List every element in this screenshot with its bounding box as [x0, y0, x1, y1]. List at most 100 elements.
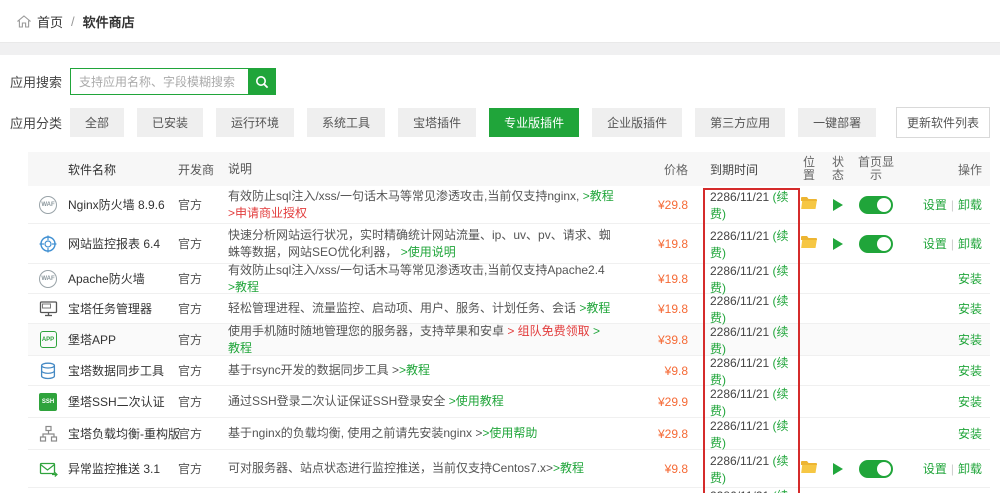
category-tab-2[interactable]: 运行环境: [216, 108, 294, 137]
price: ¥9.8: [665, 364, 688, 378]
category-tab-3[interactable]: 系统工具: [307, 108, 385, 137]
load-balance-icon: [38, 424, 58, 444]
folder-icon[interactable]: [800, 196, 818, 213]
home-show-toggle[interactable]: [859, 196, 893, 214]
description: 可对服务器、站点状态进行监控推送，当前仅支持Centos7.x>>教程: [228, 460, 620, 477]
status-running-icon[interactable]: [833, 463, 843, 475]
install-link[interactable]: 安装: [958, 333, 982, 347]
table-row: WAFApache防火墙官方有效防止sql注入/xss/一句话木马等常见渗透攻击…: [28, 264, 990, 294]
update-software-list-button[interactable]: 更新软件列表: [896, 107, 990, 138]
install-link[interactable]: 安装: [958, 427, 982, 441]
description: 基于rsync开发的数据同步工具 >>教程: [228, 362, 620, 379]
description: 基于nginx的负载均衡, 使用之前请先安装nginx >>使用帮助: [228, 425, 620, 442]
category-tab-0[interactable]: 全部: [70, 108, 124, 137]
tutorial-link[interactable]: >使用教程: [449, 394, 504, 408]
category-tab-4[interactable]: 宝塔插件: [398, 108, 476, 137]
tutorial-link[interactable]: >教程: [583, 189, 614, 203]
software-name[interactable]: Apache防火墙: [68, 270, 164, 287]
software-name[interactable]: 宝塔负载均衡-重构版: [68, 425, 164, 442]
expire-date: 2286/11/21 (续费): [688, 323, 794, 357]
software-name[interactable]: 宝塔任务管理器: [68, 300, 164, 317]
folder-icon[interactable]: [800, 460, 818, 477]
header-position: 位置: [794, 156, 824, 182]
home-icon[interactable]: [17, 15, 31, 28]
home-show-toggle[interactable]: [859, 235, 893, 253]
category-tab-5[interactable]: 专业版插件: [489, 108, 579, 137]
install-link[interactable]: 安装: [958, 364, 982, 378]
install-link[interactable]: 安装: [958, 302, 982, 316]
uninstall-link[interactable]: 卸载: [958, 198, 982, 212]
tutorial-link[interactable]: >教程: [553, 461, 584, 475]
header-expire-time: 到期时间: [688, 161, 794, 178]
developer: 官方: [164, 460, 228, 477]
category-tab-1[interactable]: 已安装: [137, 108, 203, 137]
settings-link[interactable]: 设置: [923, 462, 947, 476]
description: 通过SSH登录二次认证保证SSH登录安全 >使用教程: [228, 393, 620, 410]
divider-band: [0, 42, 1000, 55]
header-price: 价格: [620, 161, 688, 178]
task-manager-icon: [38, 299, 58, 319]
table-row: 网站监控报表 6.4官方快速分析网站运行状况，实时精确统计网站流量、ip、uv、…: [28, 224, 990, 264]
search-input[interactable]: [70, 68, 248, 95]
mail-push-icon: [38, 459, 58, 479]
price: ¥19.8: [658, 237, 688, 251]
breadcrumb: 首页 / 软件商店: [0, 0, 1000, 42]
search-row: 应用搜索: [10, 68, 1000, 95]
software-name[interactable]: 异常监控推送 3.1: [68, 460, 164, 477]
install-link[interactable]: 安装: [958, 395, 982, 409]
tutorial-link[interactable]: >使用帮助: [482, 426, 537, 440]
action-cell: 安装: [900, 270, 990, 287]
install-link[interactable]: 安装: [958, 272, 982, 286]
folder-icon[interactable]: [800, 235, 818, 252]
table-header: 软件名称 开发商 说明 价格 到期时间 位置 状态 首页显示 操作: [28, 152, 990, 186]
price: ¥29.8: [658, 427, 688, 441]
action-cell: 安装: [900, 425, 990, 442]
tutorial-link[interactable]: >教程: [579, 301, 610, 315]
action-cell: 设置|卸载: [900, 235, 990, 252]
price: ¥19.8: [658, 272, 688, 286]
tutorial-link[interactable]: >教程: [399, 363, 430, 377]
category-tab-8[interactable]: 一键部署: [798, 108, 876, 137]
action-cell: 安装: [900, 300, 990, 317]
software-name[interactable]: 网站监控报表 6.4: [68, 235, 164, 252]
developer: 官方: [164, 300, 228, 317]
app-icon: APP: [38, 330, 58, 350]
software-name[interactable]: 堡塔SSH二次认证: [68, 393, 164, 410]
category-label: 应用分类: [10, 113, 70, 132]
software-name[interactable]: Nginx防火墙 8.9.6: [68, 196, 164, 213]
uninstall-link[interactable]: 卸载: [958, 462, 982, 476]
software-name[interactable]: 宝塔数据同步工具: [68, 362, 164, 379]
header-software-name: 软件名称: [68, 161, 164, 178]
developer: 官方: [164, 393, 228, 410]
table-row: MySQL主从复制(重构版)官方使用GTID方式轻松实现MySQL主从复制(仅支…: [28, 488, 990, 493]
category-tab-7[interactable]: 第三方应用: [695, 108, 785, 137]
promo-link[interactable]: > 组队免费领取: [507, 324, 589, 338]
expire-date: 2286/11/21 (续费): [688, 227, 794, 261]
developer: 官方: [164, 425, 228, 442]
status-running-icon[interactable]: [833, 199, 843, 211]
expire-date: 2286/11/21 (续费): [688, 417, 794, 451]
table-row: 宝塔负载均衡-重构版官方基于nginx的负载均衡, 使用之前请先安装nginx …: [28, 418, 990, 450]
home-show-toggle[interactable]: [859, 460, 893, 478]
promo-link[interactable]: >申请商业授权: [228, 206, 307, 220]
action-cell: 安装: [900, 393, 990, 410]
developer: 官方: [164, 196, 228, 213]
breadcrumb-home-link[interactable]: 首页: [37, 12, 63, 31]
database-sync-icon: [38, 361, 58, 381]
settings-link[interactable]: 设置: [923, 237, 947, 251]
header-action: 操作: [900, 161, 990, 178]
category-list: 全部已安装运行环境系统工具宝塔插件专业版插件企业版插件第三方应用一键部署: [70, 108, 889, 137]
expire-date: 2286/11/21 (续费): [688, 487, 794, 493]
tutorial-link[interactable]: >使用说明: [401, 245, 456, 259]
settings-link[interactable]: 设置: [923, 198, 947, 212]
expire-date: 2286/11/21 (续费): [688, 292, 794, 326]
tutorial-link[interactable]: >教程: [228, 280, 259, 294]
software-name[interactable]: 堡塔APP: [68, 331, 164, 348]
uninstall-link[interactable]: 卸载: [958, 237, 982, 251]
search-box: [70, 68, 276, 95]
category-tab-6[interactable]: 企业版插件: [592, 108, 682, 137]
action-cell: 设置|卸载: [900, 196, 990, 213]
status-running-icon[interactable]: [833, 238, 843, 250]
search-button[interactable]: [248, 68, 276, 95]
price: ¥39.8: [658, 333, 688, 347]
